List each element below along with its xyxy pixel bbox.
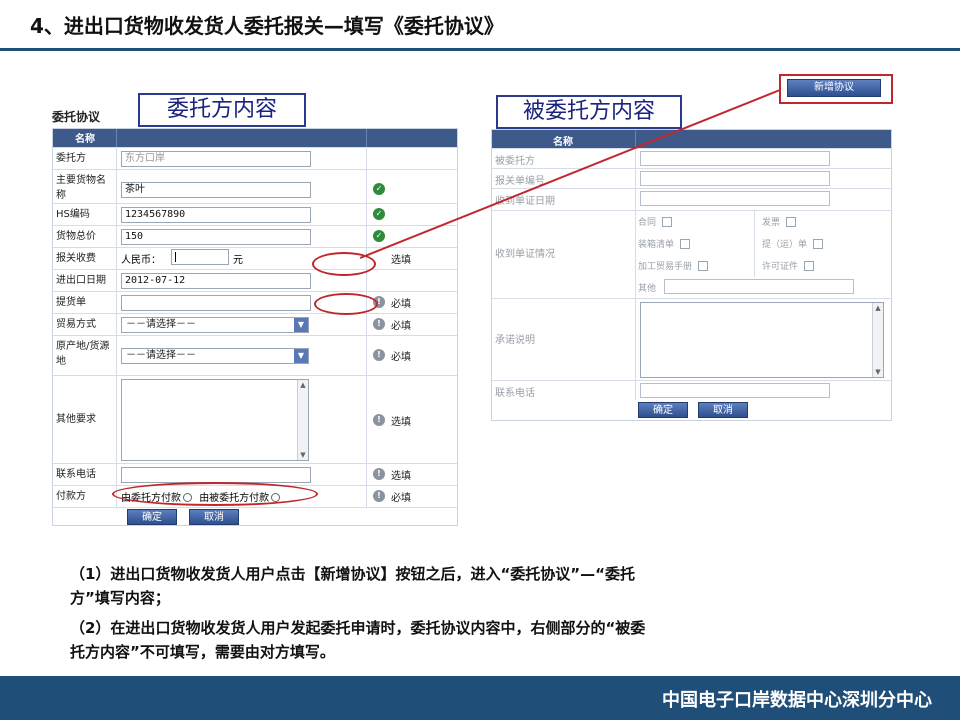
description-line-2: 方”填写内容； (70, 589, 170, 607)
footer-bar: 中国电子口岸数据中心深圳分中心 (0, 676, 960, 720)
connector-line (359, 89, 781, 259)
description-line-4: 托方内容”不可填写，需要由对方填写。 (70, 643, 335, 661)
description-line-1: （1）进出口货物收发货人用户点击【新增协议】按钮之后，进入“委托协议”—“委托 (70, 565, 636, 583)
footer-org: 中国电子口岸数据中心深圳分中心 (662, 690, 932, 711)
description-line-3: （2）在进出口货物收发货人用户发起委托申请时，委托协议内容中，右侧部分的“被委 (70, 619, 646, 637)
